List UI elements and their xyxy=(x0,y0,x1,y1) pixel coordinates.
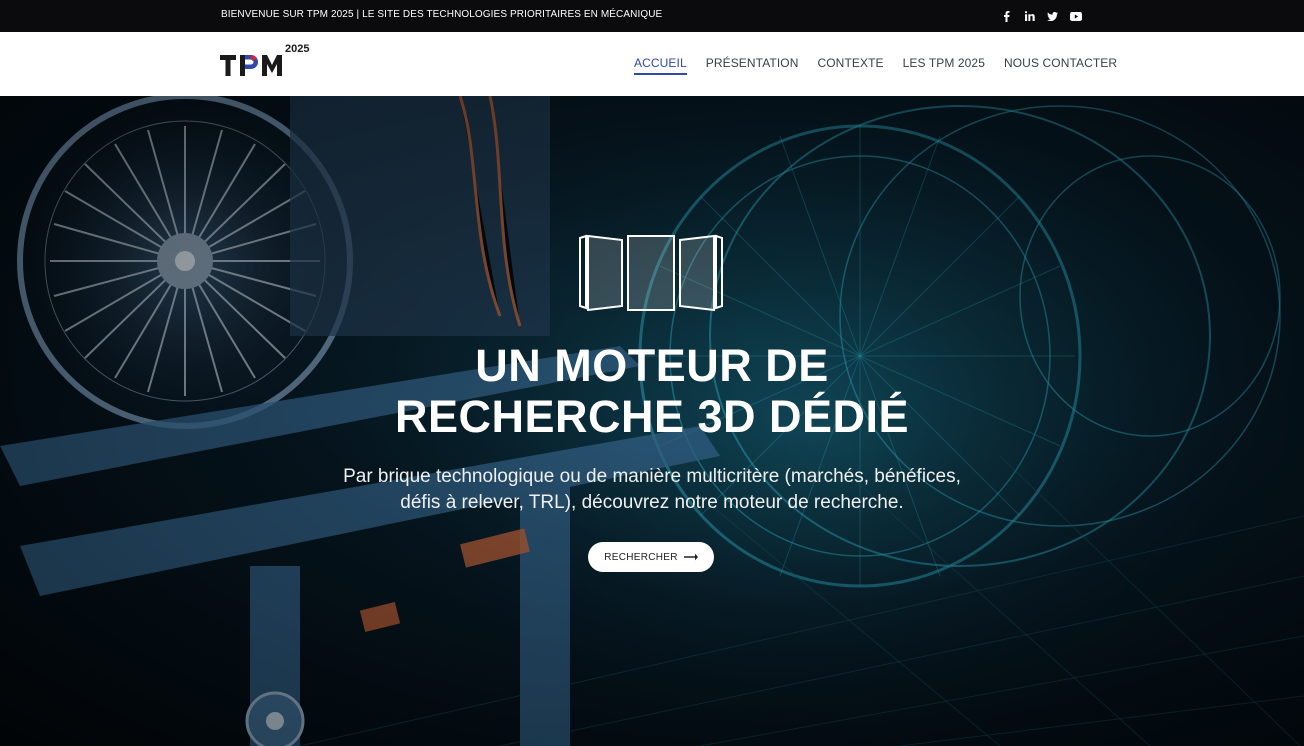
nav-item-nous-contacter[interactable]: NOUS CONTACTER xyxy=(1004,56,1117,73)
search-button-label: RECHERCHER xyxy=(604,551,678,563)
announcement-text: BIENVENUE SUR TPM 2025 | LE SITE DES TEC… xyxy=(221,9,663,20)
hero-subtitle-line-1: Par brique technologique ou de manière m… xyxy=(343,466,961,487)
hero-title-line-1: UN MOTEUR DE xyxy=(475,340,829,391)
arrow-right-icon xyxy=(683,553,698,561)
top-bar: BIENVENUE SUR TPM 2025 | LE SITE DES TEC… xyxy=(0,0,1304,32)
3d-panels-icon xyxy=(579,234,723,312)
twitter-icon[interactable] xyxy=(1041,8,1064,24)
search-button[interactable]: RECHERCHER xyxy=(588,542,714,572)
nav-item-les-tpm-2025[interactable]: LES TPM 2025 xyxy=(903,56,985,73)
hero-section: UN MOTEUR DE RECHERCHE 3D DÉDIÉ Par briq… xyxy=(0,96,1304,746)
youtube-icon[interactable] xyxy=(1064,8,1087,24)
facebook-icon[interactable] xyxy=(995,8,1018,24)
social-links xyxy=(995,8,1087,24)
main-nav: ACCUEIL PRÉSENTATION CONTEXTE LES TPM 20… xyxy=(634,56,1136,75)
nav-item-presentation[interactable]: PRÉSENTATION xyxy=(706,56,799,73)
hero-title: UN MOTEUR DE RECHERCHE 3D DÉDIÉ xyxy=(0,340,1304,442)
hero-subtitle-line-2: défis à relever, TRL), découvrez notre m… xyxy=(400,492,904,513)
nav-item-contexte[interactable]: CONTEXTE xyxy=(817,56,883,73)
linkedin-icon[interactable] xyxy=(1018,8,1041,24)
svg-text:2025: 2025 xyxy=(285,43,309,55)
hero-subtitle: Par brique technologique ou de manière m… xyxy=(0,464,1304,516)
tpm-logo[interactable]: 2025 xyxy=(220,42,315,82)
nav-item-accueil[interactable]: ACCUEIL xyxy=(634,56,687,75)
site-header: 2025 ACCUEIL PRÉSENTATION CONTEXTE LES T… xyxy=(0,32,1304,96)
hero-title-line-2: RECHERCHE 3D DÉDIÉ xyxy=(394,391,910,442)
